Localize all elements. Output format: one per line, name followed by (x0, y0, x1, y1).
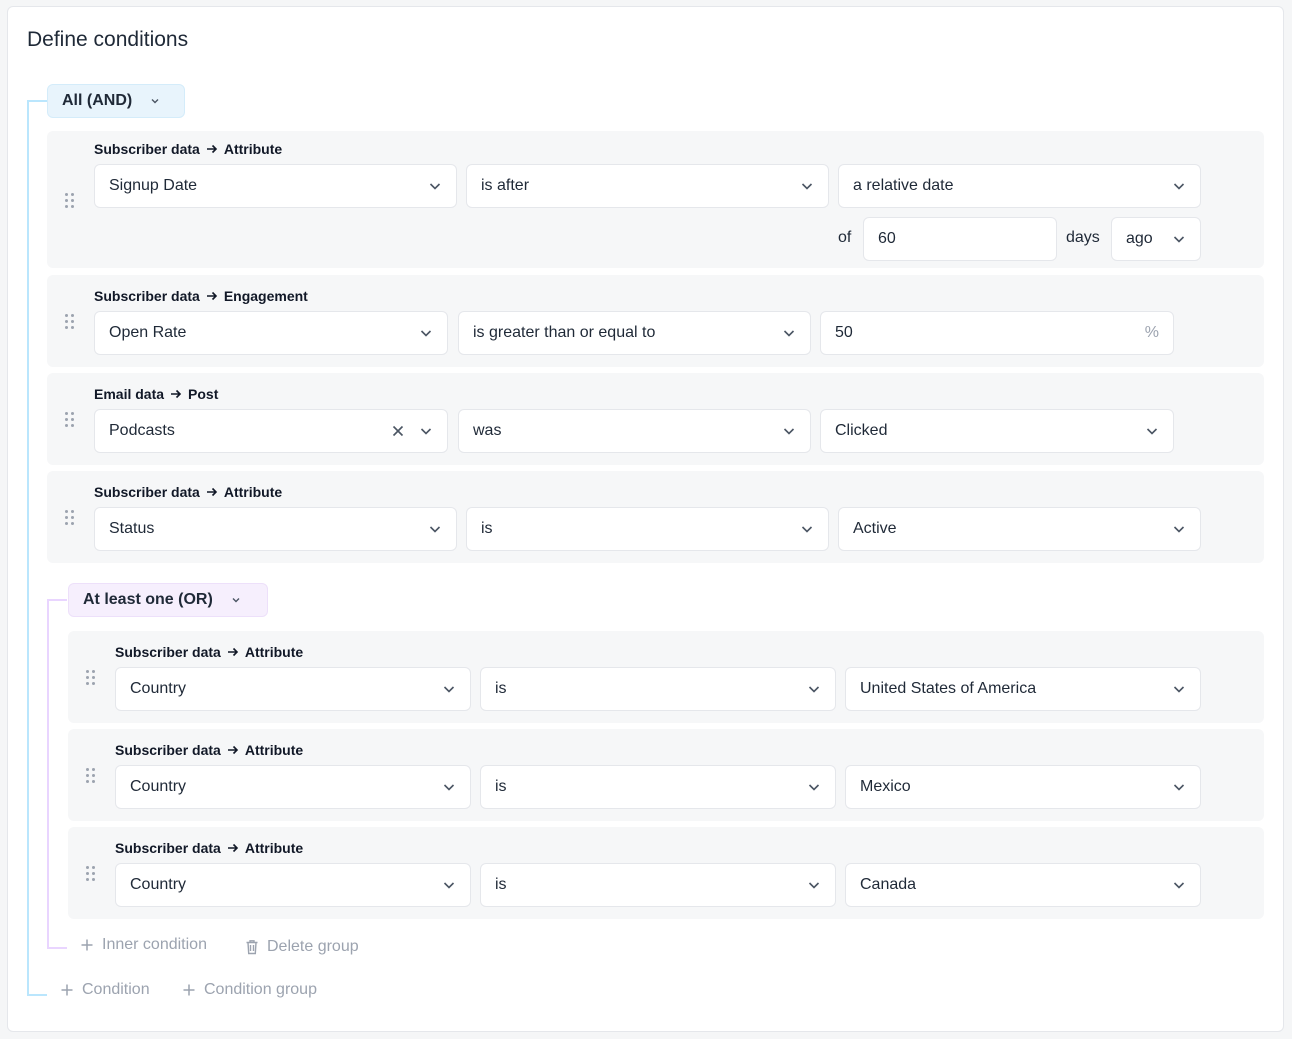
value-select[interactable]: Active (838, 507, 1201, 551)
and-tree-line (27, 100, 29, 996)
condition-source-label: Subscriber data Attribute (115, 644, 304, 660)
field-select[interactable]: Status (94, 507, 457, 551)
arrow-right-icon (226, 743, 240, 757)
chevron-down-icon (807, 780, 821, 794)
condition-source-label: Subscriber data Attribute (115, 840, 304, 856)
chevron-down-icon (807, 682, 821, 696)
or-tree-line (47, 599, 49, 949)
chevron-down-icon (428, 522, 442, 536)
condition-source-label: Email data Post (94, 386, 219, 402)
add-condition-button[interactable]: Condition (60, 981, 150, 999)
chevron-down-icon (428, 179, 442, 193)
chevron-down-icon (442, 878, 456, 892)
group-operator-label: At least one (OR) (83, 591, 213, 608)
chevron-down-icon (1172, 780, 1186, 794)
drag-handle-icon[interactable] (65, 193, 75, 209)
operator-select[interactable]: is after (466, 164, 829, 208)
value-select[interactable]: a relative date (838, 164, 1201, 208)
chevron-down-icon (782, 326, 796, 340)
operator-select[interactable]: is (480, 765, 836, 809)
chevron-down-icon (1172, 878, 1186, 892)
chevron-down-icon (800, 522, 814, 536)
plus-icon (183, 984, 195, 996)
operator-select[interactable]: is greater than or equal to (458, 311, 811, 355)
chevron-down-icon (800, 179, 814, 193)
drag-handle-icon[interactable] (86, 768, 96, 784)
field-select[interactable]: Signup Date (94, 164, 457, 208)
chevron-down-icon (1172, 682, 1186, 696)
condition-source-label: Subscriber data Attribute (94, 141, 283, 157)
page-title: Define conditions (27, 28, 189, 51)
and-tree-branch-bottom (27, 994, 47, 996)
percent-suffix: % (1144, 324, 1159, 341)
chevron-down-icon (419, 424, 433, 438)
drag-handle-icon[interactable] (86, 670, 96, 686)
chevron-down-icon (782, 424, 796, 438)
field-select[interactable]: Podcasts (94, 409, 448, 453)
relative-unit-label: days (1066, 229, 1100, 246)
value-select[interactable]: Mexico (845, 765, 1201, 809)
group-operator-label: All (AND) (62, 92, 133, 109)
group-operator-or[interactable]: At least one (OR) (68, 583, 268, 617)
chevron-down-icon (442, 682, 456, 696)
condition-source-label: Subscriber data Attribute (94, 484, 283, 500)
plus-icon (61, 984, 73, 996)
or-tree-branch-top (47, 599, 67, 601)
operator-select[interactable]: is (480, 667, 836, 711)
arrow-right-icon (226, 645, 240, 659)
arrow-right-icon (205, 142, 219, 156)
drag-handle-icon[interactable] (65, 510, 75, 526)
drag-handle-icon[interactable] (65, 314, 75, 330)
chevron-down-icon (1172, 522, 1186, 536)
relative-amount-input[interactable]: 60 (863, 217, 1057, 261)
add-condition-group-button[interactable]: Condition group (182, 981, 317, 999)
value-input[interactable]: 50 % (820, 311, 1174, 355)
operator-select[interactable]: was (458, 409, 811, 453)
field-select[interactable]: Country (115, 863, 471, 907)
trash-icon (246, 940, 258, 955)
chevron-down-icon (1172, 232, 1186, 246)
operator-select[interactable]: is (466, 507, 829, 551)
arrow-right-icon (226, 841, 240, 855)
arrow-right-icon (169, 387, 183, 401)
field-select[interactable]: Open Rate (94, 311, 448, 355)
chevron-down-icon (442, 780, 456, 794)
clear-icon[interactable] (391, 424, 405, 438)
arrow-right-icon (205, 289, 219, 303)
relative-of-label: of (838, 229, 852, 246)
condition-source-label: Subscriber data Engagement (94, 288, 308, 304)
add-inner-condition-button[interactable]: Inner condition (80, 936, 207, 954)
value-select[interactable]: United States of America (845, 667, 1201, 711)
chevron-down-icon (1172, 179, 1186, 193)
chevron-down-icon (807, 878, 821, 892)
chevron-down-icon (419, 326, 433, 340)
chevron-down-icon (150, 96, 160, 106)
group-operator-and[interactable]: All (AND) (47, 84, 185, 118)
drag-handle-icon[interactable] (65, 412, 75, 428)
field-select[interactable]: Country (115, 667, 471, 711)
condition-source-label: Subscriber data Attribute (115, 742, 304, 758)
drag-handle-icon[interactable] (86, 866, 96, 882)
chevron-down-icon (1145, 424, 1159, 438)
or-tree-branch-bottom (47, 947, 67, 949)
operator-select[interactable]: is (480, 863, 836, 907)
value-select[interactable]: Clicked (820, 409, 1174, 453)
relative-direction-select[interactable]: ago (1111, 217, 1201, 261)
and-tree-branch-top (27, 100, 47, 102)
arrow-right-icon (205, 485, 219, 499)
plus-icon (81, 939, 93, 951)
value-select[interactable]: Canada (845, 863, 1201, 907)
delete-group-button[interactable]: Delete group (245, 938, 359, 956)
field-select[interactable]: Country (115, 765, 471, 809)
chevron-down-icon (231, 595, 241, 605)
